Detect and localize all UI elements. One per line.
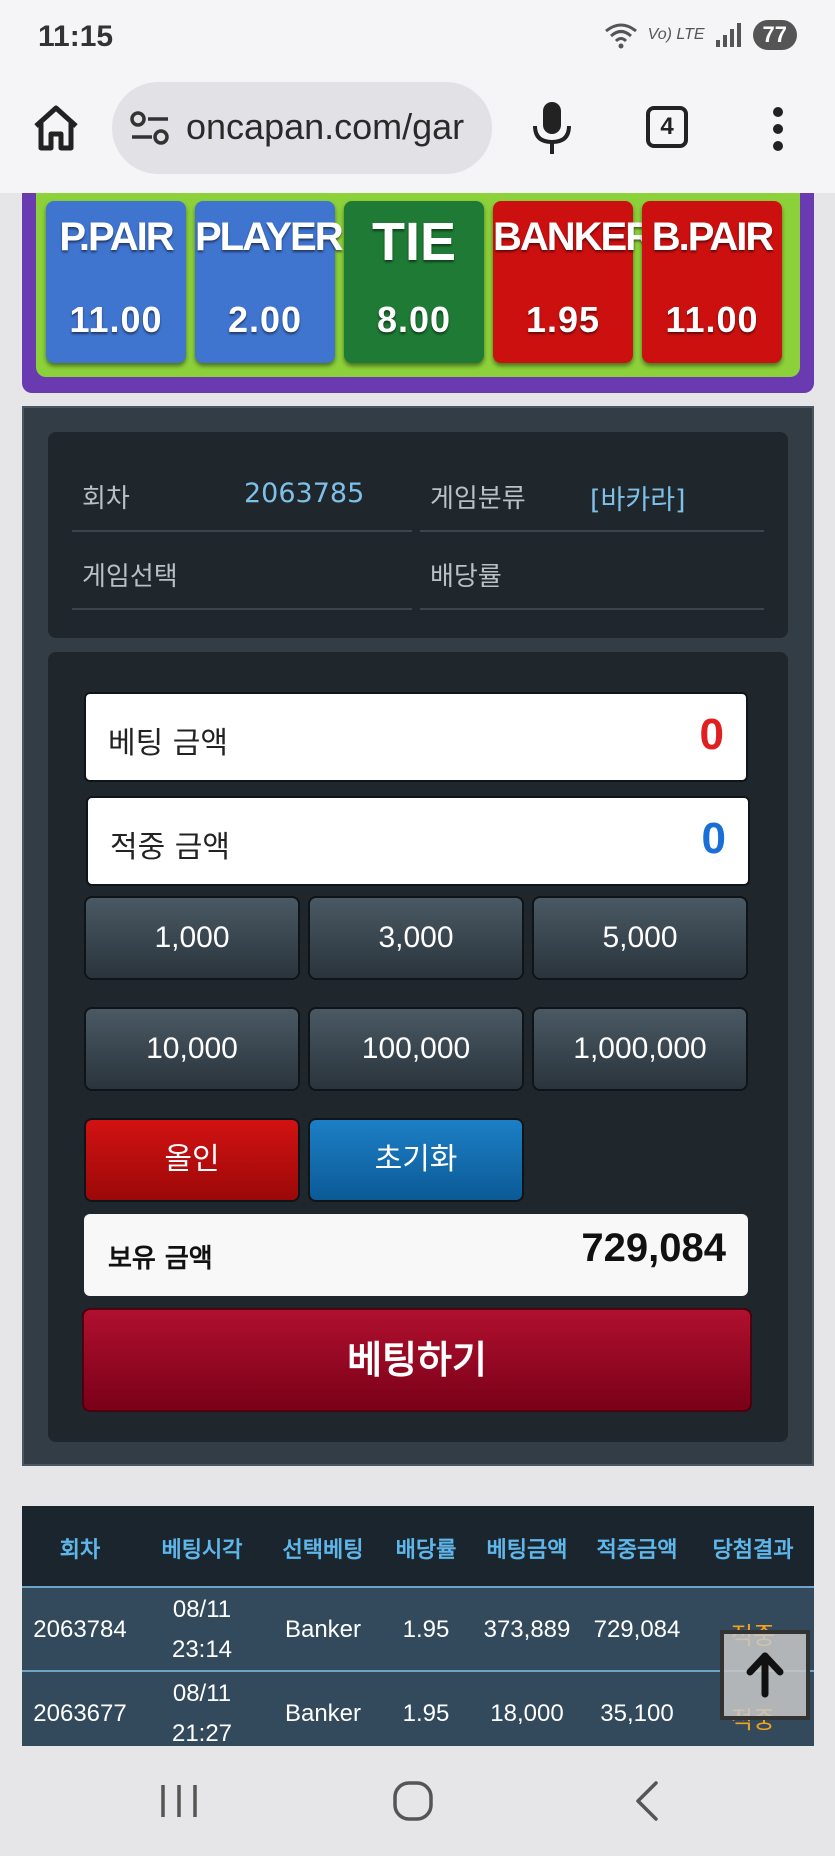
chip-1000000-button[interactable]: 1,000,000 xyxy=(532,1007,748,1091)
system-nav-bar xyxy=(0,1746,835,1856)
bet-option-name: BANKER xyxy=(493,215,654,259)
balance-value: 729,084 xyxy=(581,1226,726,1270)
cell-win: 35,100 xyxy=(600,1700,674,1727)
round-label: 회차 xyxy=(82,484,130,514)
bet-option-b-pair[interactable]: B.PAIR 11.00 xyxy=(642,201,782,363)
column-header: 적중금액 xyxy=(596,1538,678,1563)
browser-toolbar: oncapan.com/gar 4 xyxy=(0,78,835,193)
cell-date: 08/11 xyxy=(172,1596,232,1623)
cell-bet: 373,889 xyxy=(483,1616,571,1643)
balance-label: 보유 금액 xyxy=(108,1244,213,1274)
bet-option-p-pair[interactable]: P.PAIR 11.00 xyxy=(46,201,186,363)
chip-10000-button[interactable]: 10,000 xyxy=(84,1007,300,1091)
wifi-icon xyxy=(604,23,637,49)
site-settings-icon[interactable] xyxy=(130,110,170,146)
cell-date: 08/11 xyxy=(172,1680,232,1707)
microphone-icon[interactable] xyxy=(528,100,576,156)
win-amount-value: 0 xyxy=(701,814,726,863)
game-info: 회차 2063785 게임분류 [바카라] 게임선택 배당률 xyxy=(48,432,788,638)
bet-option-odds: 11.00 xyxy=(665,299,759,340)
odds-label: 배당률 xyxy=(430,562,502,592)
recent-apps-icon[interactable] xyxy=(158,1782,200,1820)
cell-round: 2063677 xyxy=(33,1700,127,1727)
tab-switcher-button[interactable]: 4 xyxy=(646,106,688,148)
arrow-up-icon xyxy=(746,1652,784,1698)
bet-option-name: PLAYER xyxy=(195,215,344,259)
reset-button[interactable]: 초기화 xyxy=(308,1118,524,1202)
category-value: [바카라] xyxy=(590,485,686,516)
bet-board: P.PAIR 11.00 PLAYER 2.00 TIE 8.00 BANKER… xyxy=(36,193,800,377)
balance-box: 보유 금액 729,084 xyxy=(84,1214,748,1296)
home-nav-icon[interactable] xyxy=(392,1780,434,1822)
bet-amount-value: 0 xyxy=(699,710,724,759)
betting-panel: 회차 2063785 게임분류 [바카라] 게임선택 배당률 베팅 금액 0 적… xyxy=(22,406,814,1466)
all-in-button[interactable]: 올인 xyxy=(84,1118,300,1202)
cell-odds: 1.95 xyxy=(402,1616,450,1643)
cell-pick: Banker xyxy=(284,1700,362,1727)
round-value: 2063785 xyxy=(244,478,365,509)
cell-time: 23:14 xyxy=(171,1636,233,1663)
bet-option-player[interactable]: PLAYER 2.00 xyxy=(195,201,344,363)
network-label: Vo) LTE xyxy=(647,26,705,43)
column-header: 베팅금액 xyxy=(486,1538,568,1563)
more-options-icon[interactable] xyxy=(770,106,786,152)
back-icon[interactable] xyxy=(632,1780,662,1822)
column-header: 선택베팅 xyxy=(282,1538,364,1563)
cell-odds: 1.95 xyxy=(402,1700,450,1727)
bet-amount-field[interactable]: 베팅 금액 0 xyxy=(84,692,748,782)
url-text[interactable]: oncapan.com/gar xyxy=(186,106,464,148)
bet-option-odds: 2.00 xyxy=(227,299,303,340)
category-label: 게임분류 xyxy=(430,484,526,514)
home-icon[interactable] xyxy=(30,102,82,154)
bet-option-banker[interactable]: BANKER 1.95 xyxy=(493,201,654,363)
bet-option-odds: 11.00 xyxy=(69,299,163,340)
status-bar: 11:15 Vo) LTE 77 xyxy=(0,0,835,78)
bet-option-name: TIE xyxy=(371,212,456,272)
chip-100000-button[interactable]: 100,000 xyxy=(308,1007,524,1091)
table-row[interactable]: 2063677 08/11 21:27 Banker 1.95 18,000 3… xyxy=(22,1672,814,1746)
bet-option-name: B.PAIR xyxy=(651,215,775,259)
cell-win: 729,084 xyxy=(593,1616,681,1643)
info-category: 게임분류 [바카라] xyxy=(420,458,764,532)
address-bar[interactable]: oncapan.com/gar xyxy=(112,82,492,174)
battery-badge: 77 xyxy=(752,20,797,50)
chip-5000-button[interactable]: 5,000 xyxy=(532,896,748,980)
selection-label: 게임선택 xyxy=(82,562,178,592)
column-header: 당첨결과 xyxy=(712,1538,794,1563)
win-amount-field: 적중 금액 0 xyxy=(86,796,750,886)
win-amount-label: 적중 금액 xyxy=(110,830,230,865)
signal-icon xyxy=(715,23,741,47)
scroll-to-top-button[interactable] xyxy=(720,1630,810,1720)
chip-1000-button[interactable]: 1,000 xyxy=(84,896,300,980)
cell-bet: 18,000 xyxy=(490,1700,564,1727)
bet-history-table: 회차 베팅시각 선택베팅 배당률 베팅금액 적중금액 당첨결과 2063784 … xyxy=(22,1506,814,1746)
status-icons: Vo) LTE 77 xyxy=(604,20,797,50)
bet-option-name: P.PAIR xyxy=(59,215,174,259)
column-header: 회차 xyxy=(59,1538,101,1563)
place-bet-button[interactable]: 베팅하기 xyxy=(82,1308,752,1412)
cell-time: 21:27 xyxy=(171,1720,233,1746)
info-round: 회차 2063785 xyxy=(72,458,412,532)
info-selection: 게임선택 xyxy=(72,536,412,610)
bet-option-odds: 8.00 xyxy=(376,299,452,340)
bet-option-tie[interactable]: TIE 8.00 xyxy=(344,201,484,363)
cell-pick: Banker xyxy=(284,1616,362,1643)
status-time: 11:15 xyxy=(38,20,114,53)
table-header: 회차 베팅시각 선택베팅 배당률 베팅금액 적중금액 당첨결과 xyxy=(22,1506,814,1588)
chip-3000-button[interactable]: 3,000 xyxy=(308,896,524,980)
info-odds: 배당률 xyxy=(420,536,764,610)
bet-option-odds: 1.95 xyxy=(525,299,601,340)
bet-form: 베팅 금액 0 적중 금액 0 1,000 3,000 5,000 10,000… xyxy=(48,652,788,1442)
cell-round: 2063784 xyxy=(33,1616,127,1643)
column-header: 배당률 xyxy=(395,1538,457,1563)
table-row[interactable]: 2063784 08/11 23:14 Banker 1.95 373,889 … xyxy=(22,1588,814,1672)
bet-board-frame: P.PAIR 11.00 PLAYER 2.00 TIE 8.00 BANKER… xyxy=(22,193,814,393)
column-header: 베팅시각 xyxy=(161,1538,243,1563)
bet-amount-label: 베팅 금액 xyxy=(108,726,228,761)
